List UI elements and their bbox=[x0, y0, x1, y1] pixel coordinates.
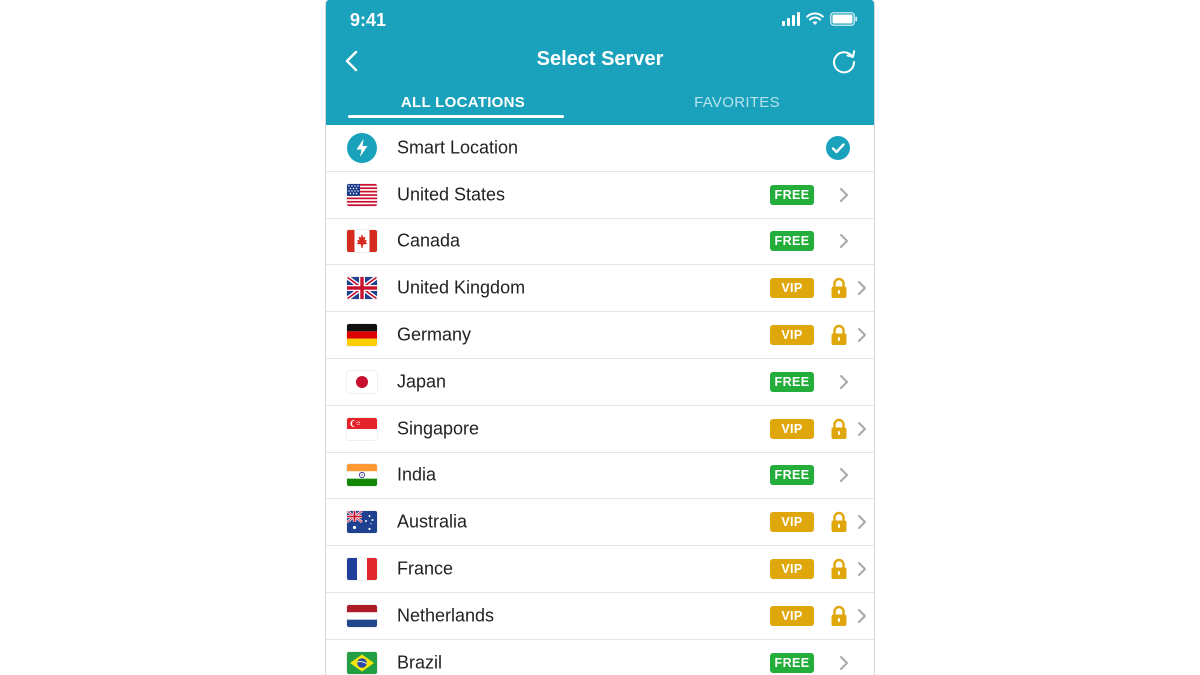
ca-flag-icon bbox=[347, 230, 377, 253]
chevron-right-icon bbox=[856, 560, 868, 578]
country-name: Japan bbox=[397, 371, 447, 392]
vip-badge: VIP bbox=[770, 559, 814, 580]
chevron-right-icon bbox=[838, 186, 850, 204]
country-name: Brazil bbox=[397, 652, 443, 673]
status-icons bbox=[782, 12, 858, 26]
country-name: France bbox=[397, 558, 454, 579]
location-tabs: ALL LOCATIONS FAVORITES bbox=[326, 90, 874, 125]
chevron-right-icon bbox=[838, 654, 850, 672]
server-list: Smart Location United States FREE Canada FR… bbox=[326, 125, 874, 675]
list-item[interactable]: India FREE bbox=[326, 452, 874, 500]
active-tab-indicator bbox=[348, 115, 564, 118]
wifi-icon bbox=[806, 12, 824, 26]
checkmark-icon bbox=[826, 135, 850, 160]
vip-badge: VIP bbox=[770, 512, 814, 533]
list-item-label: Smart Location bbox=[397, 137, 519, 158]
list-item[interactable]: France VIP bbox=[326, 546, 874, 593]
vip-badge: VIP bbox=[770, 418, 814, 439]
au-flag-icon bbox=[347, 511, 377, 534]
us-flag-icon bbox=[347, 183, 377, 206]
free-badge: FREE bbox=[770, 184, 814, 205]
chevron-right-icon bbox=[856, 607, 868, 625]
country-name: United States bbox=[397, 184, 506, 205]
chevron-right-icon bbox=[856, 513, 868, 531]
country-name: United Kingdom bbox=[397, 277, 526, 298]
vip-badge: VIP bbox=[770, 325, 814, 346]
gb-flag-icon bbox=[347, 277, 377, 300]
list-item[interactable]: Singapore VIP bbox=[326, 405, 874, 453]
lock-icon bbox=[830, 511, 848, 533]
free-badge: FREE bbox=[770, 465, 814, 486]
status-time: 9:41 bbox=[350, 10, 387, 30]
in-flag-icon bbox=[347, 464, 377, 487]
country-name: India bbox=[397, 464, 437, 485]
list-item[interactable]: Australia VIP bbox=[326, 499, 874, 547]
refresh-icon[interactable] bbox=[830, 47, 858, 75]
list-item[interactable]: Canada FREE bbox=[326, 218, 874, 266]
free-badge: FREE bbox=[770, 371, 814, 392]
sg-flag-icon bbox=[347, 417, 377, 440]
phone-screen: 9:41 Select Server ALL LOCATIONS FAVORIT… bbox=[325, 0, 875, 675]
list-item[interactable]: United States FREE bbox=[326, 171, 874, 219]
list-item[interactable]: United Kingdom VIP bbox=[326, 265, 874, 313]
list-item[interactable]: Brazil FREE bbox=[326, 639, 874, 675]
lock-icon bbox=[830, 277, 848, 299]
app-header: 9:41 Select Server ALL LOCATIONS FAVORIT… bbox=[326, 0, 874, 125]
chevron-right-icon bbox=[838, 232, 850, 250]
tab-all-locations[interactable]: ALL LOCATIONS bbox=[326, 90, 600, 125]
jp-flag-icon bbox=[347, 370, 377, 393]
chevron-right-icon bbox=[856, 326, 868, 344]
free-badge: FREE bbox=[770, 231, 814, 252]
list-item-smart-location[interactable]: Smart Location bbox=[326, 125, 874, 172]
battery-icon bbox=[830, 12, 858, 26]
country-name: Canada bbox=[397, 230, 461, 251]
br-flag-icon bbox=[347, 651, 377, 674]
list-item[interactable]: Germany VIP bbox=[326, 312, 874, 359]
country-name: Germany bbox=[397, 324, 472, 345]
country-name: Netherlands bbox=[397, 605, 495, 626]
lock-icon bbox=[830, 418, 848, 440]
chevron-right-icon bbox=[856, 279, 868, 297]
country-name: Australia bbox=[397, 511, 468, 532]
chevron-right-icon bbox=[856, 420, 868, 438]
de-flag-icon bbox=[347, 324, 377, 347]
page-title: Select Server bbox=[536, 48, 664, 70]
list-item[interactable]: Japan FREE bbox=[326, 358, 874, 406]
fr-flag-icon bbox=[347, 558, 377, 581]
list-item[interactable]: Netherlands VIP bbox=[326, 592, 874, 640]
country-name: Singapore bbox=[397, 418, 480, 439]
lock-icon bbox=[830, 324, 848, 346]
tab-favorites[interactable]: FAVORITES bbox=[600, 90, 874, 125]
lock-icon bbox=[830, 558, 848, 580]
lock-icon bbox=[830, 605, 848, 627]
vip-badge: VIP bbox=[770, 278, 814, 299]
lightning-bolt-icon bbox=[347, 132, 377, 163]
chevron-right-icon bbox=[838, 466, 850, 484]
cellular-signal-icon bbox=[782, 12, 800, 26]
chevron-right-icon bbox=[838, 373, 850, 391]
vip-badge: VIP bbox=[770, 605, 814, 626]
nl-flag-icon bbox=[347, 604, 377, 627]
free-badge: FREE bbox=[770, 652, 814, 673]
